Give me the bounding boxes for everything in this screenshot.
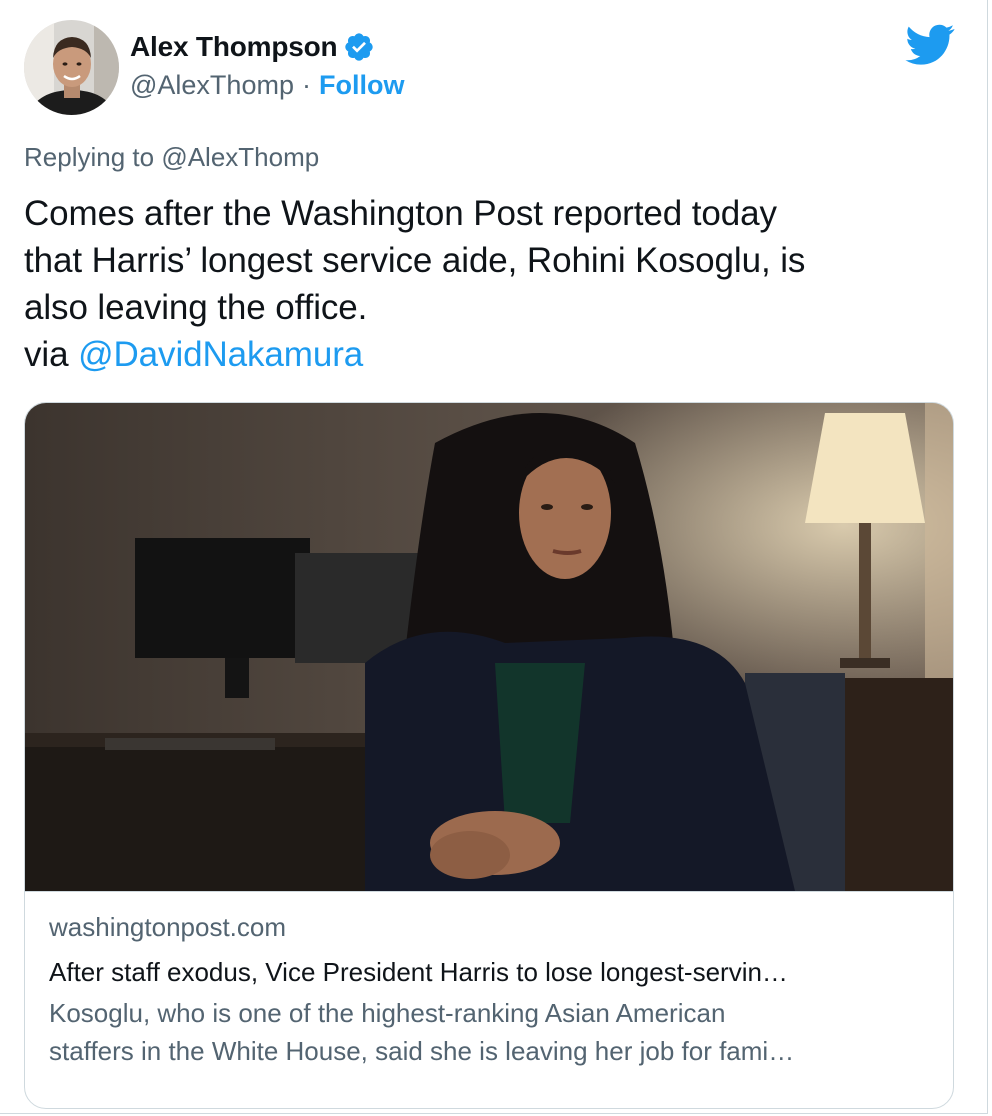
author-info: Alex Thompson @AlexThomp · Follow [130, 30, 404, 102]
name-row: Alex Thompson [130, 30, 404, 64]
replying-prefix: Replying to [24, 142, 162, 172]
replying-to: Replying to @AlexThomp [24, 142, 319, 173]
card-description-line: staffers in the White House, said she is… [49, 1036, 795, 1066]
reply-mention[interactable]: @AlexThomp [161, 142, 319, 172]
avatar[interactable] [24, 20, 119, 115]
card-description: Kosoglu, who is one of the highest-ranki… [49, 994, 929, 1070]
handle-row: @AlexThomp · Follow [130, 68, 404, 102]
avatar-photo [24, 20, 119, 115]
card-domain: washingtonpost.com [49, 912, 287, 942]
via-mention-link[interactable]: @DavidNakamura [78, 335, 363, 374]
via-prefix: via [24, 335, 79, 374]
tweet-line: Comes after the Washington Post reported… [24, 194, 777, 233]
separator-dot: · [301, 69, 311, 100]
handle[interactable]: @AlexThomp [130, 70, 294, 101]
tweet-line: via @DavidNakamura [24, 331, 964, 378]
tweet-text: Comes after the Washington Post reported… [24, 190, 964, 378]
display-name[interactable]: Alex Thompson [130, 31, 338, 63]
twitter-bird-icon[interactable] [905, 24, 955, 66]
tweet-embed: Alex Thompson @AlexThomp · Follow Replyi… [0, 0, 988, 1114]
card-title: After staff exodus, Vice President Harri… [49, 957, 788, 987]
card-body: washingtonpost.com After staff exodus, V… [25, 891, 953, 1070]
tweet-line: that Harris’ longest service aide, Rohin… [24, 241, 806, 280]
card-image[interactable] [25, 403, 953, 891]
card-description-line: Kosoglu, who is one of the highest-ranki… [49, 998, 726, 1028]
verified-badge-icon [343, 31, 375, 63]
follow-link[interactable]: Follow [319, 70, 404, 101]
link-card[interactable]: washingtonpost.com After staff exodus, V… [24, 402, 954, 1109]
tweet-line: also leaving the office. [24, 288, 368, 327]
